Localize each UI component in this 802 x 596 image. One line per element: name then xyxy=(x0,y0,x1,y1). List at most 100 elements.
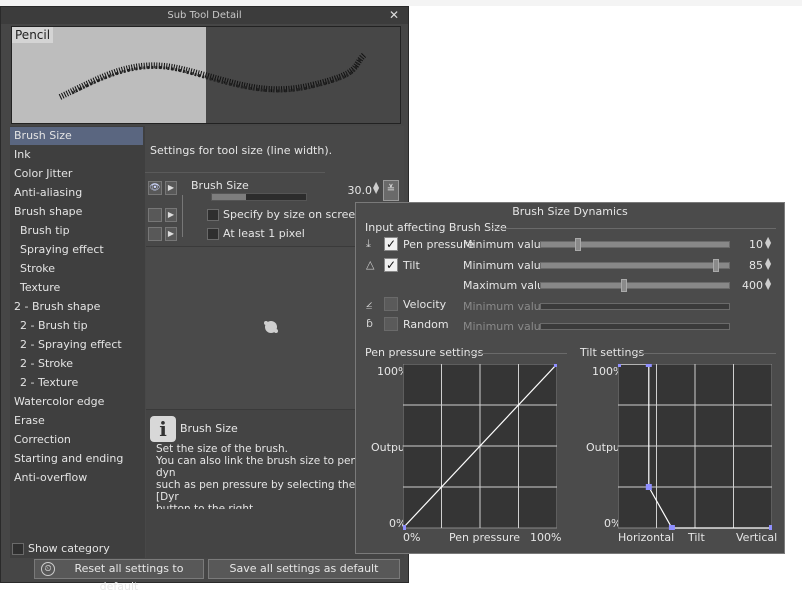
tool-name-label: Pencil xyxy=(12,27,54,43)
category-item[interactable]: Anti-aliasing xyxy=(10,184,143,202)
input-header: Input affecting Brush Size xyxy=(365,221,507,234)
param-slider[interactable] xyxy=(540,303,730,310)
spinner-icon[interactable]: ▲ ▼ xyxy=(765,236,773,250)
close-icon[interactable]: ✕ xyxy=(388,7,400,24)
pen-pressure-icon: ⤓ xyxy=(366,237,371,250)
eye-off-icon[interactable] xyxy=(148,227,162,241)
pen-x-left: 0% xyxy=(403,531,421,544)
tilt-icon: △ xyxy=(366,258,375,271)
category-item[interactable]: 2 - Stroke xyxy=(10,355,143,373)
pen-x-right: 100% xyxy=(530,531,562,544)
slider-thumb[interactable] xyxy=(575,238,582,251)
param-label: Minimum value xyxy=(463,320,548,333)
expand-arrow-icon[interactable]: ▶ xyxy=(165,181,177,195)
control-point xyxy=(645,484,652,490)
option-checkbox[interactable] xyxy=(207,209,219,221)
tilt-x-mid: Tilt xyxy=(688,531,705,544)
brush-stroke-preview: Pencil xyxy=(11,26,401,124)
category-item[interactable]: Watercolor edge xyxy=(10,393,143,411)
tilt-x-right: Vertical xyxy=(736,531,778,544)
brush-size-fill xyxy=(212,194,246,200)
param-slider[interactable] xyxy=(540,262,730,269)
param-slider[interactable] xyxy=(540,241,730,248)
divider xyxy=(634,353,776,354)
category-item[interactable]: Anti-overflow xyxy=(10,469,143,487)
divider xyxy=(467,353,567,354)
param-value[interactable]: 400 xyxy=(733,279,763,292)
category-item[interactable]: Stroke xyxy=(10,260,143,278)
expand-arrow-icon[interactable]: ▶ xyxy=(165,227,177,241)
param-slider[interactable] xyxy=(540,282,730,289)
reset-defaults-button[interactable]: ⏲ Reset all settings to default xyxy=(34,559,204,593)
settings-description: Settings for tool size (line width). xyxy=(150,144,333,157)
divider xyxy=(488,228,776,229)
eye-off-icon[interactable] xyxy=(148,208,162,222)
category-item[interactable]: Brush tip xyxy=(10,222,143,240)
window-title: Sub Tool Detail xyxy=(167,10,242,21)
random-icon: ɓ xyxy=(366,317,373,330)
category-item[interactable]: Spraying effect xyxy=(10,241,143,259)
brush-size-slider[interactable] xyxy=(211,193,307,201)
category-item[interactable]: Correction xyxy=(10,431,143,449)
category-item[interactable]: 2 - Spraying effect xyxy=(10,336,143,354)
spinner-icon[interactable]: ▲ ▼ xyxy=(765,257,773,271)
category-item[interactable]: Ink xyxy=(10,146,143,164)
pen-pressure-graph[interactable] xyxy=(403,364,557,530)
control-point xyxy=(618,364,621,367)
param-slider[interactable] xyxy=(540,323,730,330)
category-item[interactable]: Brush Size xyxy=(10,127,143,145)
eye-icon[interactable]: 👁 xyxy=(148,181,162,195)
control-point xyxy=(668,525,675,530)
reset-icon: ⏲ xyxy=(41,562,55,576)
spinner-icon[interactable]: ▲ ▼ xyxy=(373,181,381,195)
input-checkbox[interactable]: ✓ xyxy=(384,258,398,272)
category-item[interactable]: 2 - Brush shape xyxy=(10,298,143,316)
input-label: Tilt xyxy=(403,259,420,272)
show-category-checkbox[interactable] xyxy=(12,543,24,555)
stroke-sample xyxy=(58,52,367,100)
expand-arrow-icon[interactable]: ▶ xyxy=(165,208,177,222)
slider-thumb[interactable] xyxy=(621,279,628,292)
option-specify-size[interactable]: Specify by size on screen xyxy=(207,208,362,222)
velocity-icon: ⦤ xyxy=(366,297,373,310)
dynamics-dropdown-button[interactable]: ≚ xyxy=(383,180,399,201)
pen-graph-header: Pen pressure settings xyxy=(365,346,484,359)
input-checkbox[interactable]: ✓ xyxy=(384,237,398,251)
pen-x-mid: Pen pressure xyxy=(449,531,520,544)
category-item[interactable]: Starting and ending xyxy=(10,450,143,468)
save-defaults-button[interactable]: Save all settings as default xyxy=(208,559,400,579)
category-item[interactable]: Texture xyxy=(10,279,143,297)
show-category-label: Show category xyxy=(28,542,110,555)
input-label: Velocity xyxy=(403,298,447,311)
control-point xyxy=(554,364,557,367)
info-text: Set the size of the brush. You can also … xyxy=(156,443,358,509)
category-item[interactable]: 2 - Brush tip xyxy=(10,317,143,335)
divider xyxy=(145,172,325,173)
input-checkbox[interactable] xyxy=(384,297,398,311)
info-title: Brush Size xyxy=(180,422,238,435)
param-label: Minimum value xyxy=(463,300,548,313)
slider-thumb[interactable] xyxy=(713,259,720,272)
dynamics-title: Brush Size Dynamics xyxy=(512,205,628,218)
option-at-least-1px[interactable]: At least 1 pixel xyxy=(207,227,305,241)
category-item[interactable]: Erase xyxy=(10,412,143,430)
window-titlebar[interactable]: Sub Tool Detail ✕ xyxy=(1,7,408,24)
option-label: At least 1 pixel xyxy=(223,227,305,240)
param-value[interactable]: 85 xyxy=(733,259,763,272)
show-category-option[interactable]: Show category xyxy=(12,541,110,557)
param-label: Minimum value xyxy=(463,259,548,272)
brush-size-value[interactable]: 30.0 xyxy=(342,184,373,197)
tilt-graph[interactable] xyxy=(618,364,772,530)
reset-label: Reset all settings to default xyxy=(74,562,184,593)
category-item[interactable]: 2 - Texture xyxy=(10,374,143,392)
save-label: Save all settings as default xyxy=(229,562,379,575)
param-label: Maximum value xyxy=(463,279,551,292)
param-value[interactable]: 10 xyxy=(733,238,763,251)
option-checkbox[interactable] xyxy=(207,228,219,240)
info-icon: i xyxy=(150,416,176,442)
category-item[interactable]: Brush shape xyxy=(10,203,143,221)
category-item[interactable]: Color Jitter xyxy=(10,165,143,183)
input-checkbox[interactable] xyxy=(384,317,398,331)
spinner-icon[interactable]: ▲ ▼ xyxy=(765,277,773,291)
control-point xyxy=(769,525,772,530)
